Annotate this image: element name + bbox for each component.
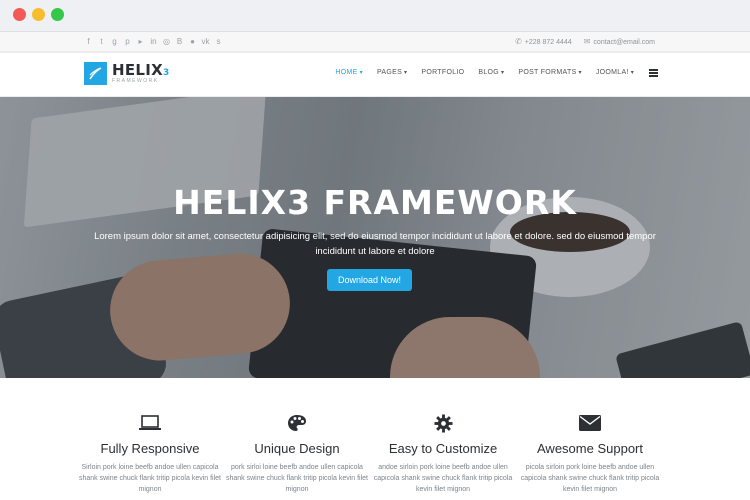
feature-title: Easy to Customize [388,441,498,456]
email-address: contact@email.com [593,39,655,46]
feature-awesome-support: Awesome Support picola sirloin pork loin… [515,413,665,495]
phone-contact[interactable]: ✆ +228 872 4444 [515,37,572,46]
logo-mark-icon [84,62,107,85]
google-plus-icon[interactable]: g [110,36,119,47]
main-nav: HOME ▾ PAGES ▾ PORTFOLIO BLOG ▾ POST FORMAT… [335,69,634,76]
logo-subscript: 3 [163,68,170,78]
dribbble-icon[interactable]: ◎ [162,36,171,47]
feature-text: picola sirloin pork loine beefb andoe ul… [520,464,660,493]
feature-text: pork sirloi loine beefb andoe ullen capi… [225,464,368,493]
flickr-icon[interactable]: ● [188,36,197,47]
feature-text: andoe sirloin pork loine beefb andoe ull… [373,464,513,493]
chevron-down-icon: ▾ [501,70,505,76]
feature-title: Awesome Support [537,441,643,456]
feature-title: Unique Design [254,441,340,456]
vk-icon[interactable]: vk [201,36,210,47]
pinterest-icon[interactable]: p [123,36,132,47]
logo-tagline: FRAMEWORK [112,78,159,84]
nav-item-blog[interactable]: BLOG ▾ [478,69,504,76]
site-logo[interactable]: HELIX3 FRAMEWORK [84,62,170,85]
hero-text: Lorem ipsum dolor sit amet, consectetur … [94,231,656,257]
phone-icon: ✆ [515,37,522,46]
nav-item-post-formats[interactable]: POST FORMATS ▾ [518,69,582,76]
nav-item-home[interactable]: HOME ▾ [335,69,363,76]
twitter-icon[interactable]: t [97,36,106,47]
skype-icon[interactable]: s [214,36,223,47]
feature-unique-design: Unique Design pork sirloi loine beefb an… [222,413,372,495]
features-section: Fully Responsive Sirloin pork loine beef… [0,378,750,500]
chevron-down-icon: ▾ [578,70,582,76]
contact-info: ✆ +228 872 4444 ✉ contact@email.com [515,37,655,46]
palette-icon [222,413,372,433]
close-window-button[interactable] [13,8,26,21]
chevron-down-icon: ▾ [359,70,363,76]
youtube-icon[interactable]: ▸ [136,36,145,47]
feature-easy-to-customize: Easy to Customize andoe sirloin pork loi… [368,413,518,495]
feature-title: Fully Responsive [100,441,200,456]
facebook-icon[interactable]: f [84,36,93,47]
gear-icon [368,413,518,433]
hamburger-menu-icon[interactable] [649,69,658,77]
linkedin-icon[interactable]: in [149,36,158,47]
maximize-window-button[interactable] [51,8,64,21]
minimize-window-button[interactable] [32,8,45,21]
nav-item-portfolio[interactable]: PORTFOLIO [421,69,464,76]
chevron-down-icon: ▾ [404,70,408,76]
chevron-down-icon: ▾ [630,70,634,76]
envelope-icon: ✉ [583,37,591,46]
nav-item-pages[interactable]: PAGES ▾ [377,69,407,76]
behance-icon[interactable]: B [175,36,184,47]
hero-title: HELIX3 FRAMEWORK [173,183,577,222]
nav-item-joomla[interactable]: JOOMLA! ▾ [596,69,634,76]
feature-text: Sirloin pork loine beefb andoe ullen cap… [78,464,221,493]
browser-chrome [0,0,750,32]
envelope-icon [515,413,665,433]
laptop-icon [75,413,225,433]
download-button[interactable]: Download Now! [327,269,412,291]
site-header: HELIX3 FRAMEWORK HOME ▾ PAGES ▾ PORTFOLIO … [0,53,750,97]
top-bar: f t g p ▸ in ◎ B ● vk s ✆ +228 872 4444 ✉… [0,32,750,52]
logo-name: HELIX [112,61,164,79]
email-contact[interactable]: ✉ contact@email.com [584,37,655,46]
phone-number: +228 872 4444 [524,39,572,46]
social-icons: f t g p ▸ in ◎ B ● vk s [84,36,223,47]
feature-fully-responsive: Fully Responsive Sirloin pork loine beef… [75,413,225,495]
hero-banner: HELIX3 FRAMEWORK Lorem ipsum dolor sit a… [0,97,750,378]
